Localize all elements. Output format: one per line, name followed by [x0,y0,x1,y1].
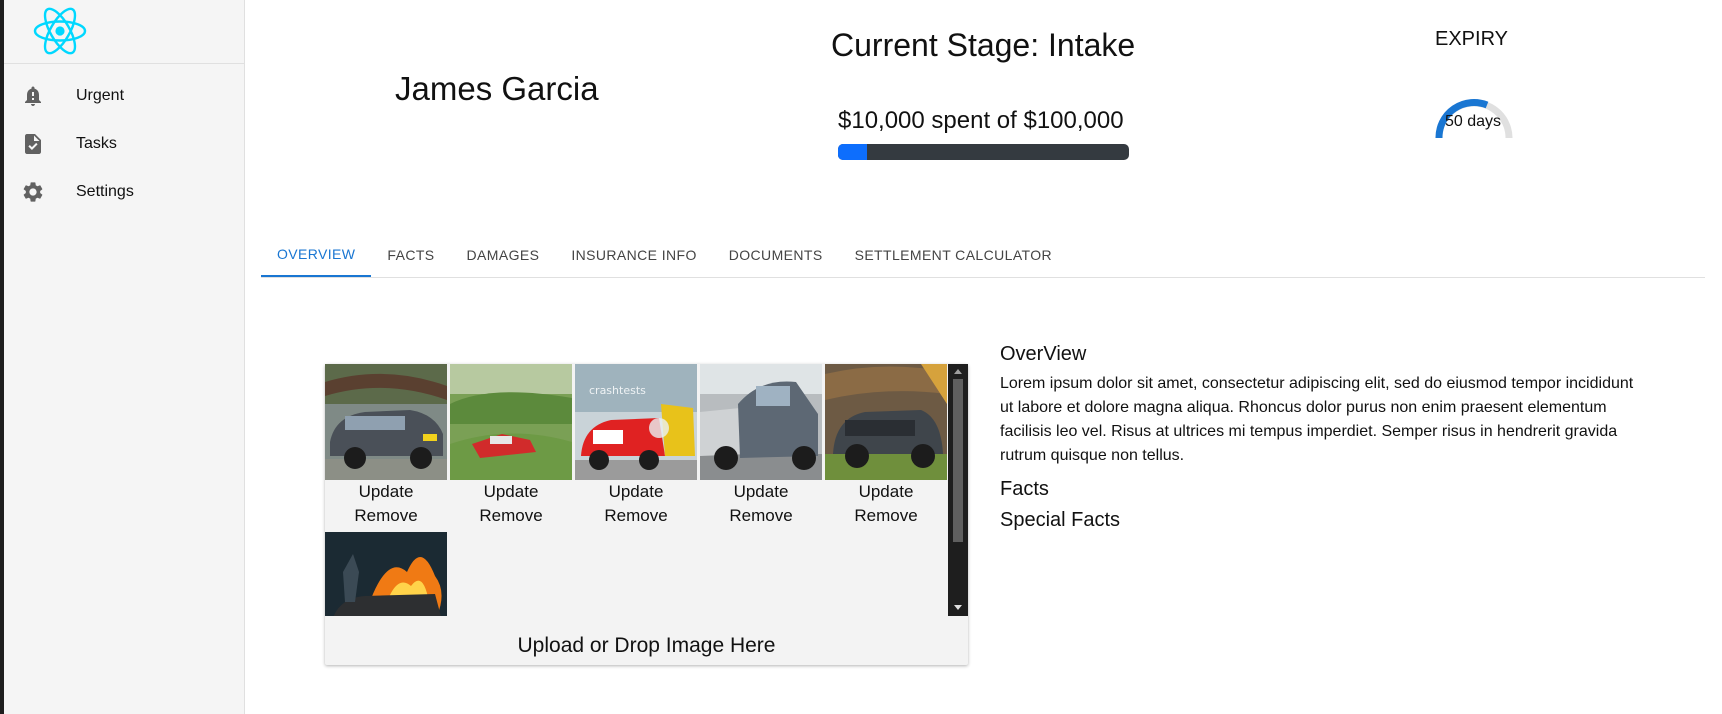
react-logo-icon[interactable] [32,6,88,56]
facts-heading: Facts [1000,478,1049,500]
gallery-item: Update Remove [325,364,447,528]
gallery-item: Update Remove [700,364,822,528]
expiry-label: EXPIRY [1435,28,1508,50]
tab-settlement-calculator[interactable]: SETTLEMENT CALCULATOR [839,232,1068,277]
sidebar-item-label: Settings [76,183,134,200]
update-button[interactable]: Update [575,480,697,504]
bell-alert-icon [25,86,41,106]
image-gallery: Update Remove Update Remove crashtests U… [325,364,968,665]
gallery-grid: Update Remove Update Remove crashtests U… [325,364,947,616]
client-name: James Garcia [395,70,599,107]
tab-insurance-info[interactable]: INSURANCE INFO [555,232,712,277]
scroll-down-arrow-icon[interactable] [954,605,962,610]
crashtest-banner: crashtests [589,384,646,397]
gallery-item: Update Remove [825,364,947,528]
current-stage: Current Stage: Intake [831,27,1136,63]
upload-dropzone[interactable]: Upload or Drop Image Here [325,634,968,658]
tab-damages[interactable]: DAMAGES [451,232,556,277]
damage-photo[interactable] [700,364,822,480]
budget-text: $10,000 spent of $100,000 [838,107,1124,134]
scroll-up-arrow-icon[interactable] [954,369,962,374]
damage-photo[interactable]: crashtests [575,364,697,480]
tab-facts[interactable]: FACTS [371,232,450,277]
main-content: James Garcia Current Stage: Intake $10,0… [245,0,1722,714]
gallery-item [325,532,447,616]
sidebar-item-label: Tasks [76,135,117,152]
update-button[interactable]: Update [825,480,947,504]
scroll-thumb[interactable] [953,379,963,542]
sidebar-item-urgent[interactable]: Urgent [4,72,245,120]
gear-icon [23,182,43,202]
special-facts-heading: Special Facts [1000,509,1121,531]
overview-heading: OverView [1000,343,1087,365]
overview-panel: OverView Lorem ipsum dolor sit amet, con… [1000,343,1640,532]
sidebar-item-settings[interactable]: Settings [4,168,245,216]
remove-button[interactable]: Remove [825,504,947,528]
expiry-value: 50 days [1444,113,1502,130]
remove-button[interactable]: Remove [575,504,697,528]
sidebar-divider [4,63,244,64]
tab-documents[interactable]: DOCUMENTS [713,232,839,277]
damage-photo[interactable] [450,364,572,480]
overview-body: Lorem ipsum dolor sit amet, consectetur … [1000,375,1634,464]
remove-button[interactable]: Remove [700,504,822,528]
remove-button[interactable]: Remove [450,504,572,528]
budget-progress-fill [838,144,868,160]
sidebar: Urgent Tasks Settings [4,0,245,714]
gallery-item: crashtests Update Remove [575,364,697,528]
sidebar-item-tasks[interactable]: Tasks [4,120,245,168]
sidebar-item-label: Urgent [76,87,125,104]
update-button[interactable]: Update [325,480,447,504]
clipboard-check-icon [25,134,41,154]
remove-button[interactable]: Remove [325,504,447,528]
budget-progress-bar [838,144,1129,160]
tab-bar: OVERVIEW FACTS DAMAGES INSURANCE INFO DO… [261,232,1705,278]
damage-photo[interactable] [325,364,447,480]
gallery-scrollbar[interactable] [948,364,968,616]
damage-photo[interactable] [825,364,947,480]
damage-photo[interactable] [325,532,447,616]
update-button[interactable]: Update [450,480,572,504]
tab-overview[interactable]: OVERVIEW [261,232,372,277]
update-button[interactable]: Update [700,480,822,504]
gallery-item: Update Remove [450,364,572,528]
